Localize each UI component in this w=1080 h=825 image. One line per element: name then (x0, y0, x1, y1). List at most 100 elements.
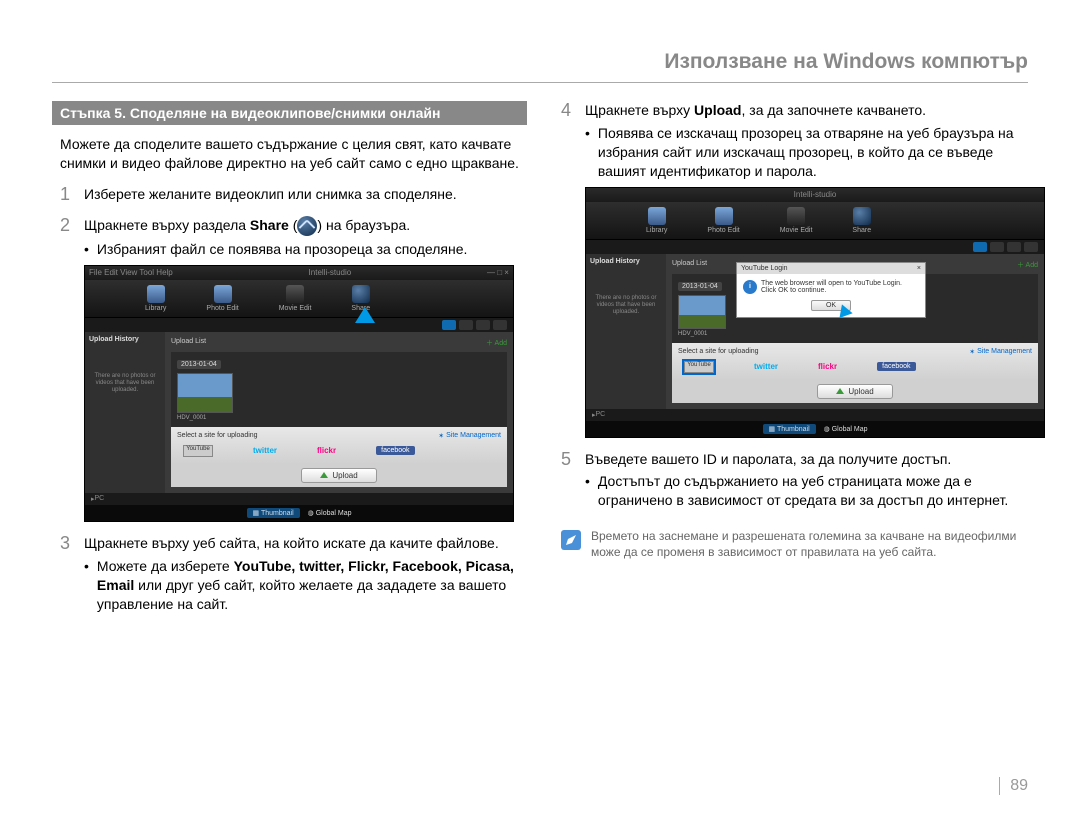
upload-bar: Upload (672, 380, 1038, 403)
sidebar: Upload History There are no photos or vi… (586, 254, 666, 409)
login-popup: YouTube Login × i The web browser will o… (736, 262, 926, 318)
empty-history-text: There are no photos or videos that have … (590, 295, 662, 317)
tool-library[interactable]: Library (145, 285, 166, 312)
site-flickr[interactable]: flickr (317, 446, 336, 455)
step-1: 1 Изберете желаните видеоклип или снимка… (60, 185, 527, 204)
view-btn[interactable] (493, 320, 507, 330)
step-1-text: Изберете желаните видеоклип или снимка з… (84, 185, 457, 204)
screenshot-login-popup: Intelli-studio Library Photo Edit Movie … (585, 187, 1045, 438)
status-bar: ▸ PC (586, 409, 1044, 421)
bullet-dot: • (84, 240, 89, 259)
text-frag: Щракнете върху раздела (84, 217, 250, 233)
info-icon: i (743, 280, 757, 294)
status-bar: ▸ PC (85, 493, 513, 505)
screenshot-share-window: File Edit View Tool Help Intelli-studio … (84, 265, 514, 522)
step-2: 2 Щракнете върху раздела Share () на бра… (60, 216, 527, 236)
site-select-bar: Select a site for uploading ✶ Site Manag… (672, 343, 1038, 380)
global-map-tab[interactable]: ◍ Global Map (824, 425, 868, 433)
library-icon (147, 285, 165, 303)
tool-movie-edit[interactable]: Movie Edit (780, 207, 813, 234)
page-title: Използване на Windows компютър (52, 50, 1028, 83)
popup-title-text: YouTube Login (741, 265, 788, 272)
share-word: Share (250, 217, 289, 233)
view-all-button[interactable] (442, 320, 456, 330)
view-btn[interactable] (459, 320, 473, 330)
close-icon[interactable]: × (917, 265, 921, 272)
bullet-dot: • (585, 472, 590, 510)
global-map-tab[interactable]: ◍ Global Map (308, 509, 352, 517)
tool-photo-edit[interactable]: Photo Edit (206, 285, 238, 312)
app-body: Upload History There are no photos or vi… (586, 254, 1044, 409)
empty-history-text: There are no photos or videos that have … (89, 373, 161, 395)
popup-message: The web browser will open to YouTube Log… (761, 280, 919, 294)
upload-bar: Upload (171, 464, 507, 487)
site-management-button[interactable]: ✶ Site Management (969, 348, 1032, 356)
cursor-arrow-icon (355, 307, 375, 323)
sub-text: Можете да изберете YouTube, twitter, Fli… (97, 557, 527, 614)
view-btn[interactable] (973, 242, 987, 252)
video-thumbnail[interactable] (678, 295, 726, 329)
intro-text: Можете да споделите вашето съдържание с … (60, 135, 519, 173)
library-icon (648, 207, 666, 225)
list-heading: Upload List (672, 260, 707, 270)
bottom-tabs: ▦ Thumbnail ◍ Global Map (586, 421, 1044, 437)
view-btn[interactable] (990, 242, 1004, 252)
site-facebook[interactable]: facebook (877, 362, 915, 371)
thumb-caption: HDV_0001 (678, 331, 726, 337)
thumbnail-tab[interactable]: ▦ Thumbnail (763, 424, 816, 434)
view-btn[interactable] (1007, 242, 1021, 252)
app-toolbar: Library Photo Edit Movie Edit Share (85, 280, 513, 318)
bullet-dot: • (84, 557, 89, 614)
page-number: 89 (999, 777, 1028, 795)
bottom-tabs: ▦ Thumbnail ◍ Global Map (85, 505, 513, 521)
site-youtube[interactable]: YouTube (183, 445, 213, 457)
site-twitter[interactable]: twitter (253, 446, 277, 455)
content-columns: Стъпка 5. Споделяне на видеоклипове/сним… (52, 101, 1028, 617)
video-thumbnail[interactable] (177, 373, 233, 413)
view-btn[interactable] (476, 320, 490, 330)
step-5-banner: Стъпка 5. Споделяне на видеоклипове/сним… (52, 101, 527, 125)
left-column: Стъпка 5. Споделяне на видеоклипове/сним… (52, 101, 527, 617)
sub-text: Появява се изскачащ прозорец за отваряне… (598, 124, 1028, 181)
main-panel: Upload List＋ Add 2013-01-04 HDV_0001 Sel… (165, 332, 513, 493)
site-twitter[interactable]: twitter (754, 362, 778, 371)
step-number: 2 (60, 216, 74, 236)
note-icon (561, 530, 581, 550)
app-toolbar: Library Photo Edit Movie Edit Share (586, 202, 1044, 240)
site-youtube[interactable]: YouTube (684, 361, 714, 373)
share-icon (853, 207, 871, 225)
upload-button[interactable]: Upload (301, 468, 376, 483)
tool-library[interactable]: Library (646, 207, 667, 234)
tool-share[interactable]: Share (351, 285, 370, 312)
ok-button[interactable]: OK (811, 300, 851, 311)
upload-button[interactable]: Upload (817, 384, 892, 399)
step-5-text: Въведете вашето ID и паролата, за да пол… (585, 450, 951, 469)
window-titlebar: Intelli-studio (586, 188, 1044, 202)
date-label: 2013-01-04 (678, 282, 722, 291)
site-flickr[interactable]: flickr (818, 362, 837, 371)
tool-share[interactable]: Share (852, 207, 871, 234)
thumbnail-tab[interactable]: ▦ Thumbnail (247, 508, 300, 518)
select-site-label: Select a site for uploading (678, 348, 759, 356)
tool-movie-edit[interactable]: Movie Edit (279, 285, 312, 312)
movie-edit-icon (286, 285, 304, 303)
sidebar: Upload History There are no photos or vi… (85, 332, 165, 493)
step-2-sub: • Избраният файл се появява на прозореца… (84, 240, 527, 259)
site-facebook[interactable]: facebook (376, 446, 414, 455)
window-titlebar: File Edit View Tool Help Intelli-studio … (85, 266, 513, 280)
pc-label: PC (95, 495, 105, 502)
step-number: 3 (60, 534, 74, 553)
popup-titlebar: YouTube Login × (737, 263, 925, 274)
sub-text: Избраният файл се появява на прозореца з… (97, 240, 468, 259)
app-body: Upload History There are no photos or vi… (85, 332, 513, 493)
text-frag: ( (289, 217, 298, 233)
upload-word: Upload (694, 102, 741, 118)
sidebar-heading: Upload History (590, 258, 662, 265)
tool-photo-edit[interactable]: Photo Edit (707, 207, 739, 234)
view-btn[interactable] (1024, 242, 1038, 252)
note-box: Времето на заснемане и разрешената голем… (561, 528, 1028, 560)
select-site-label: Select a site for uploading (177, 432, 258, 440)
site-management-button[interactable]: ✶ Site Management (438, 432, 501, 440)
photo-edit-icon (214, 285, 232, 303)
step-3-text: Щракнете върху уеб сайта, на който искат… (84, 534, 499, 553)
